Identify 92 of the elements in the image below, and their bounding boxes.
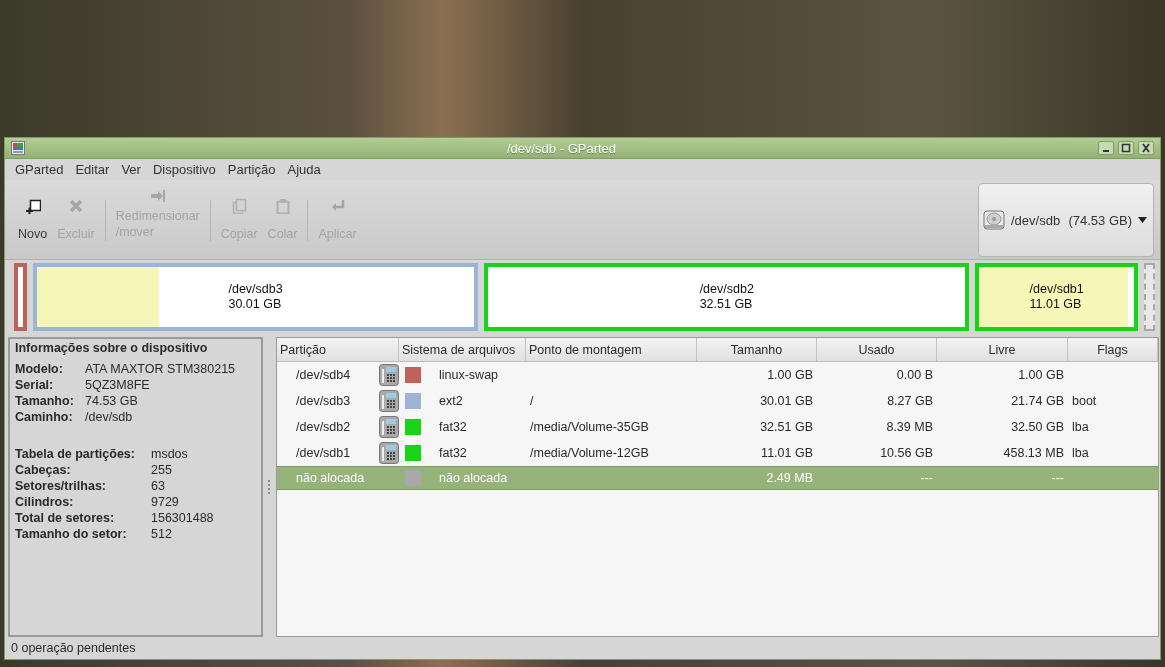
filesystem-type: linux-swap (439, 368, 499, 382)
partition-segment[interactable] (14, 263, 27, 331)
partition-flags: boot (1072, 394, 1097, 408)
filesystem-type: fat32 (439, 420, 467, 434)
table-cell: 8.39 MB (886, 420, 933, 434)
info-label: Tamanho do setor: (15, 526, 128, 542)
table-cell: 1.00 GB (767, 368, 813, 382)
table-cell: 1.00 GB (1018, 368, 1064, 382)
device-name: /dev/sdb (1011, 212, 1061, 228)
table-row[interactable]: /dev/sdb4 linux-swap 1.00 GB 0.00 B 1.00 GB (277, 362, 1158, 388)
filesystem-type: ext2 (439, 394, 463, 408)
partition-label: /dev/sdb3 30.01 GB (228, 282, 283, 312)
info-value: 5QZ3M8FE (85, 377, 151, 393)
info-value: 74.53 GB (85, 393, 139, 409)
device-dropdown[interactable]: /dev/sdb (74.53 GB) (978, 183, 1154, 257)
table-row[interactable]: /dev/sdb3 ext2 / 30.01 GB 8.27 GB 21.74 GB boot (277, 388, 1158, 414)
partition-segment[interactable]: /dev/sdb3 30.01 GB (33, 263, 479, 331)
table-cell: 8.27 GB (887, 394, 933, 408)
partition-name: /dev/sdb4 (296, 368, 351, 382)
mount-point: /media/Volume-35GB (530, 420, 649, 434)
table-cell: 2.49 MB (766, 471, 813, 485)
column-header[interactable]: Flags (1068, 338, 1158, 361)
table-cell: 32.50 GB (1011, 420, 1064, 434)
info-value: 9729 (151, 494, 180, 510)
table-cell: 10.56 GB (880, 446, 933, 460)
panel-title: Informações sobre o dispositivo (15, 341, 209, 355)
column-header[interactable]: Livre (937, 338, 1068, 361)
table-cell: 11.01 GB (761, 446, 813, 460)
status-text: 0 operação pendentes (11, 641, 136, 655)
table-cell: 21.74 GB (1011, 394, 1064, 408)
paste-icon (274, 198, 291, 214)
caret-icon (1138, 217, 1147, 223)
info-value: ATA MAXTOR STM380215 (85, 361, 237, 377)
column-header[interactable]: Partição (277, 338, 399, 361)
new-partition-icon (24, 198, 41, 214)
column-header[interactable]: Sistema de arquivos (399, 338, 526, 361)
menu-item[interactable]: Partição (221, 162, 282, 177)
delete-icon (67, 198, 84, 214)
info-value: /dev/sdb (85, 409, 134, 425)
partition-name: /dev/sdb1 (296, 446, 351, 460)
partition-label: /dev/sdb1 11.01 GB (1029, 282, 1084, 312)
resize-arrow-icon (149, 188, 166, 204)
info-label: Tabela de partições: (15, 446, 136, 462)
menu-item[interactable]: Ajuda (281, 162, 327, 177)
info-value: 512 (151, 526, 173, 542)
info-value: 63 (151, 478, 166, 494)
device-size: (74.53 GB) (1068, 212, 1132, 228)
app-icon (11, 141, 25, 155)
info-value: 255 (151, 462, 173, 478)
info-label: Setores/trilhas: (15, 478, 107, 494)
partition-name: não alocada (296, 471, 365, 485)
table-row[interactable]: /dev/sdb1 fat32 /media/Volume-12GB 11.01 GB 10.56 GB 458.13 MB lba (277, 440, 1158, 466)
filesystem-type: fat32 (439, 446, 467, 460)
copy-icon (231, 198, 248, 214)
column-header[interactable]: Usado (817, 338, 937, 361)
table-cell: 30.01 GB (760, 394, 813, 408)
minimize-icon[interactable] (1098, 141, 1114, 155)
partition-name: /dev/sdb2 (296, 420, 351, 434)
info-value: msdos (151, 446, 189, 462)
partition-label: /dev/sdb2 32.51 GB (699, 282, 754, 312)
maximize-icon[interactable] (1118, 141, 1134, 155)
partition-segment[interactable]: /dev/sdb1 11.01 GB (975, 263, 1138, 331)
partition-segment[interactable]: /dev/sdb2 32.51 GB (484, 263, 970, 331)
info-value: 156301488 (151, 510, 215, 526)
filesystem-type: não alocada (439, 471, 508, 485)
table-cell: --- (920, 471, 933, 485)
column-header[interactable]: Ponto de montagem (526, 338, 697, 361)
info-label: Cabeças: (15, 462, 72, 478)
info-label: Modelo: (15, 361, 64, 377)
partition-flags: lba (1072, 420, 1089, 434)
menu-item[interactable]: Dispositivo (146, 162, 222, 177)
close-icon[interactable] (1138, 141, 1154, 155)
info-label: Serial: (15, 377, 55, 393)
partition-flags: lba (1072, 446, 1089, 460)
table-cell: 0.00 B (896, 368, 933, 382)
table-cell: 32.51 GB (760, 420, 813, 434)
info-label: Total de setores: (15, 510, 116, 526)
mount-point: /media/Volume-12GB (530, 446, 649, 460)
mount-point: / (530, 394, 534, 408)
menu-item[interactable]: GParted (9, 162, 70, 177)
info-label: Tamanho: (15, 393, 75, 409)
menu-item[interactable]: Editar (69, 162, 116, 177)
info-label: Cilindros: (15, 494, 75, 510)
menu-item[interactable]: Ver (115, 162, 147, 177)
toolbar-button[interactable]: Novo (13, 184, 53, 259)
partition-name: /dev/sdb3 (296, 394, 351, 408)
table-row[interactable]: /dev/sdb2 fat32 /media/Volume-35GB 32.51 GB 8.39 MB 32.50 GB lba (277, 414, 1158, 440)
table-cell: 458.13 MB (1003, 446, 1064, 460)
table-cell: --- (1051, 471, 1064, 485)
column-header[interactable]: Tamanho (697, 338, 817, 361)
info-label: Caminho: (15, 409, 74, 425)
window-title: /dev/sdb - GParted (505, 140, 618, 156)
